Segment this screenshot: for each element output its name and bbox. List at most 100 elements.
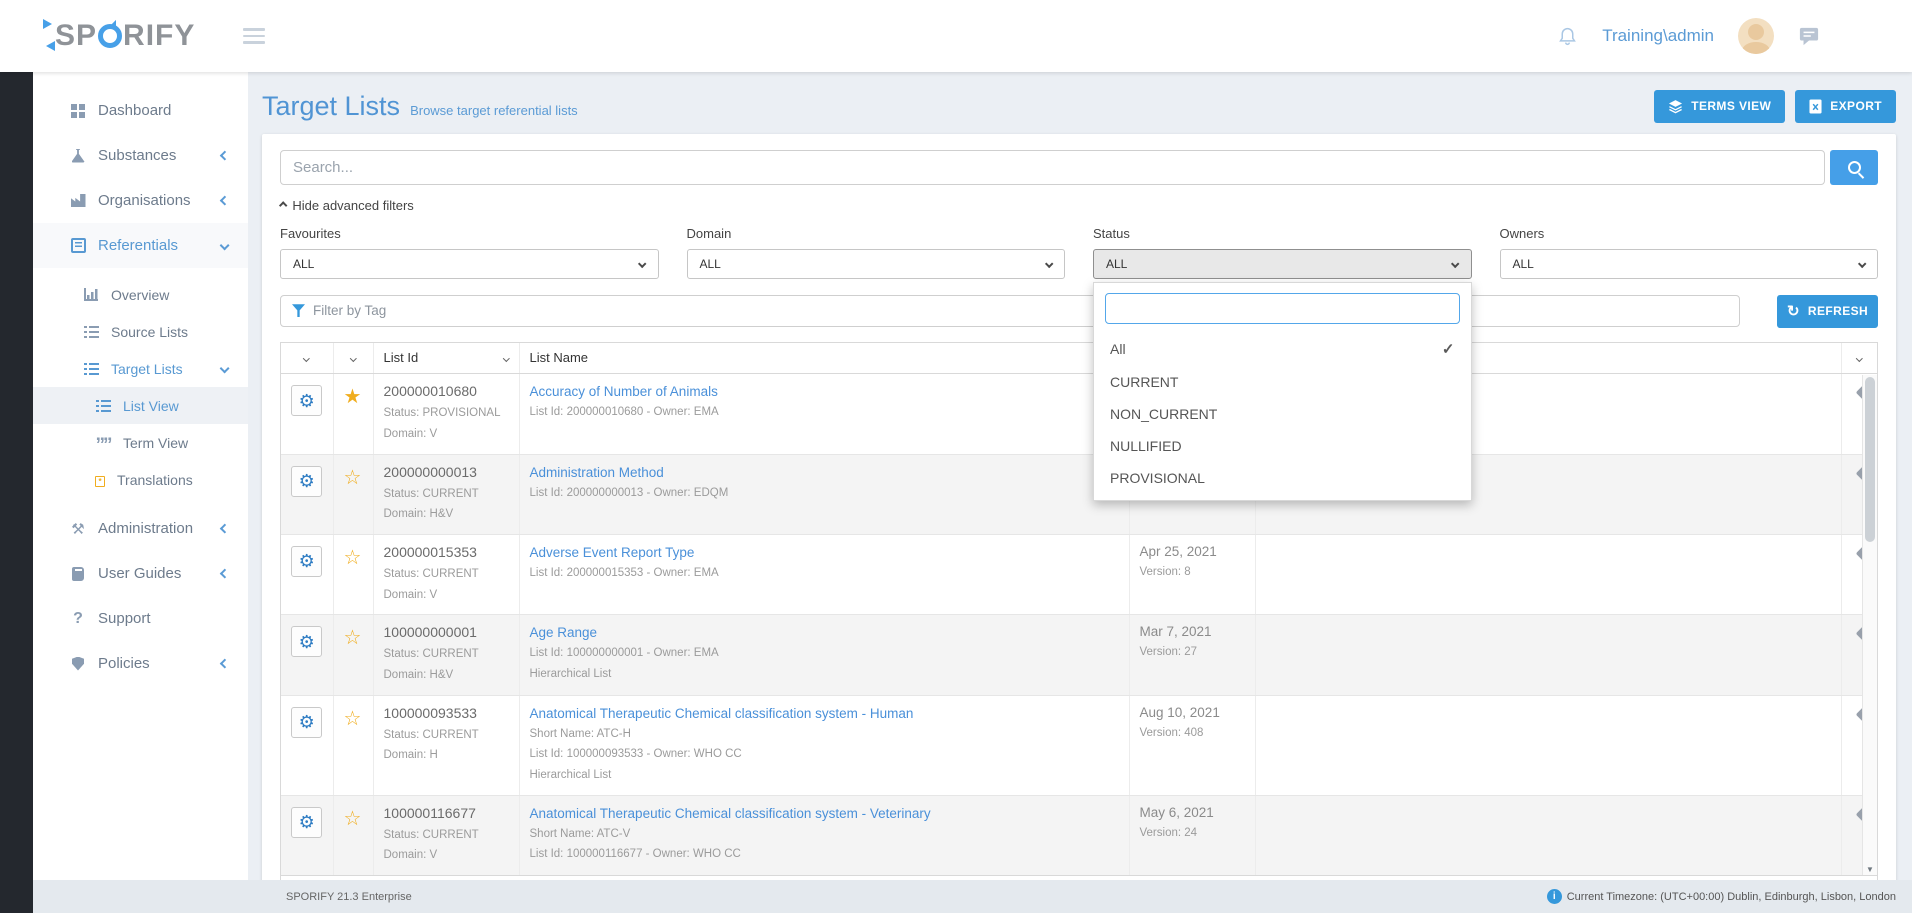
translate-icon: A* [83, 472, 105, 487]
list-name-link[interactable]: Age Range [530, 625, 598, 640]
favourite-star-icon[interactable] [344, 548, 362, 568]
gear-icon [299, 392, 315, 410]
logged-in-user[interactable]: Training\admin [1602, 26, 1714, 46]
status-option-provisional[interactable]: PROVISIONAL [1094, 462, 1471, 494]
wrench-icon [70, 520, 86, 538]
column-menu-chevron[interactable] [304, 355, 310, 361]
row-actions-button[interactable] [291, 626, 322, 657]
sidebar-item-label: Substances [98, 147, 176, 164]
column-header-list-name[interactable]: List Name [530, 350, 589, 365]
search-input[interactable] [280, 150, 1825, 185]
favourites-select[interactable]: ALL [280, 249, 659, 279]
feedback-button[interactable] [1798, 26, 1820, 46]
list-name-link[interactable]: Accuracy of Number of Animals [530, 384, 718, 399]
menu-toggle-icon[interactable] [243, 24, 265, 48]
sidebar-item-label: Translations [117, 472, 193, 488]
favourite-star-icon[interactable] [344, 809, 362, 829]
sidebar-item-list-view[interactable]: List View [33, 387, 248, 424]
table-row: 200000015353 Status: CURRENT Domain: V A… [281, 534, 1877, 614]
notifications-button[interactable] [1557, 25, 1578, 48]
row-actions-button[interactable] [291, 807, 322, 838]
list-name-link[interactable]: Anatomical Therapeutic Chemical classifi… [530, 706, 914, 721]
sidebar-item-term-view[interactable]: Term View [33, 424, 248, 461]
owners-select[interactable]: ALL [1500, 249, 1879, 279]
sidebar-item-label: User Guides [98, 565, 181, 582]
row-status: Status: CURRENT [384, 484, 509, 505]
tag-filter-row: Filter by Tag REFRESH [280, 295, 1878, 328]
sidebar-item-label: Source Lists [111, 324, 188, 340]
row-actions-button[interactable] [291, 546, 322, 577]
favourite-star-icon[interactable] [344, 387, 362, 407]
brand-logo[interactable]: SPRIFY [55, 19, 195, 53]
row-date: Aug 10, 2021 [1140, 705, 1245, 720]
scrollbar-thumb[interactable] [1865, 377, 1875, 542]
chevron-left-icon [219, 523, 229, 533]
terms-view-button[interactable]: TERMS VIEW [1654, 90, 1785, 123]
status-select[interactable]: ALL [1093, 249, 1472, 279]
list-name-link[interactable]: Administration Method [530, 465, 664, 480]
favourite-star-icon[interactable] [344, 628, 362, 648]
row-domain: Domain: H [384, 745, 509, 766]
row-short-name: Short Name: ATC-H [530, 724, 1119, 745]
sidebar-item-referentials[interactable]: Referentials [33, 223, 248, 268]
logo-arrow-icon [43, 19, 57, 29]
chevron-down-icon [1857, 259, 1866, 268]
sidebar-item-target-lists[interactable]: Target Lists [33, 350, 248, 387]
row-actions-button[interactable] [291, 385, 322, 416]
list-name-link[interactable]: Anatomical Therapeutic Chemical classifi… [530, 806, 931, 821]
sidebar-item-overview[interactable]: Overview [33, 276, 248, 313]
filter-favourites: Favourites ALL [280, 226, 659, 279]
column-menu-chevron[interactable] [503, 355, 509, 361]
row-hierarchical: Hierarchical List [530, 765, 1119, 786]
table-row: 100000000001 Status: CURRENT Domain: H&V… [281, 615, 1877, 695]
sidebar-item-policies[interactable]: Policies [33, 641, 248, 686]
sidebar-item-organisations[interactable]: Organisations [33, 178, 248, 223]
export-file-icon [1809, 99, 1822, 114]
export-button[interactable]: EXPORT [1795, 90, 1896, 123]
row-actions-button[interactable] [291, 466, 322, 497]
filter-owners: Owners ALL [1500, 226, 1879, 279]
sidebar-item-user-guides[interactable]: User Guides [33, 551, 248, 596]
list-id: 100000093533 [384, 705, 509, 721]
row-status: Status: CURRENT [384, 644, 509, 665]
sidebar-item-label: Policies [98, 655, 150, 672]
list-icon [96, 400, 111, 412]
sidebar-item-administration[interactable]: Administration [33, 506, 248, 551]
sidebar-item-translations[interactable]: A* Translations [33, 461, 248, 498]
brand-text-prefix: SP [55, 19, 97, 53]
status-dropdown-search-input[interactable] [1105, 293, 1460, 324]
column-menu-chevron[interactable] [1856, 355, 1862, 361]
status-option-current[interactable]: CURRENT [1094, 366, 1471, 398]
list-id: 200000015353 [384, 544, 509, 560]
status-option-nullified[interactable]: NULLIFIED [1094, 430, 1471, 462]
search-button[interactable] [1830, 150, 1878, 185]
list-name-link[interactable]: Adverse Event Report Type [530, 545, 695, 560]
avatar[interactable] [1738, 18, 1774, 54]
status-option-non-current[interactable]: NON_CURRENT [1094, 398, 1471, 430]
row-version: Version: 27 [1140, 642, 1245, 663]
info-icon: i [1547, 889, 1562, 904]
row-domain: Domain: V [384, 585, 509, 606]
domain-select[interactable]: ALL [687, 249, 1066, 279]
refresh-button[interactable]: REFRESH [1777, 295, 1878, 328]
sidebar-item-source-lists[interactable]: Source Lists [33, 313, 248, 350]
sidebar-item-substances[interactable]: Substances [33, 133, 248, 178]
sidebar-item-dashboard[interactable]: Dashboard [33, 88, 248, 133]
funnel-icon [292, 304, 305, 317]
status-option-all[interactable]: All [1094, 332, 1471, 366]
chevron-left-icon [219, 150, 229, 160]
advanced-filters-toggle[interactable]: Hide advanced filters [280, 198, 414, 213]
tag-filter-input[interactable]: Filter by Tag [280, 295, 1740, 327]
column-header-list-id[interactable]: List Id [384, 350, 419, 365]
list-id: 100000116677 [384, 805, 509, 821]
row-actions-button[interactable] [291, 707, 322, 738]
column-menu-chevron[interactable] [350, 355, 356, 361]
favourite-star-icon[interactable] [344, 468, 362, 488]
sidebar-item-support[interactable]: Support [33, 596, 248, 641]
row-version: Version: 408 [1140, 723, 1245, 744]
scrollbar-down-arrow[interactable]: ▼ [1863, 865, 1877, 874]
table-scrollbar[interactable]: ▼ [1862, 375, 1877, 875]
left-rail [0, 72, 33, 913]
favourite-star-icon[interactable] [344, 709, 362, 729]
chevron-down-icon [638, 259, 647, 268]
